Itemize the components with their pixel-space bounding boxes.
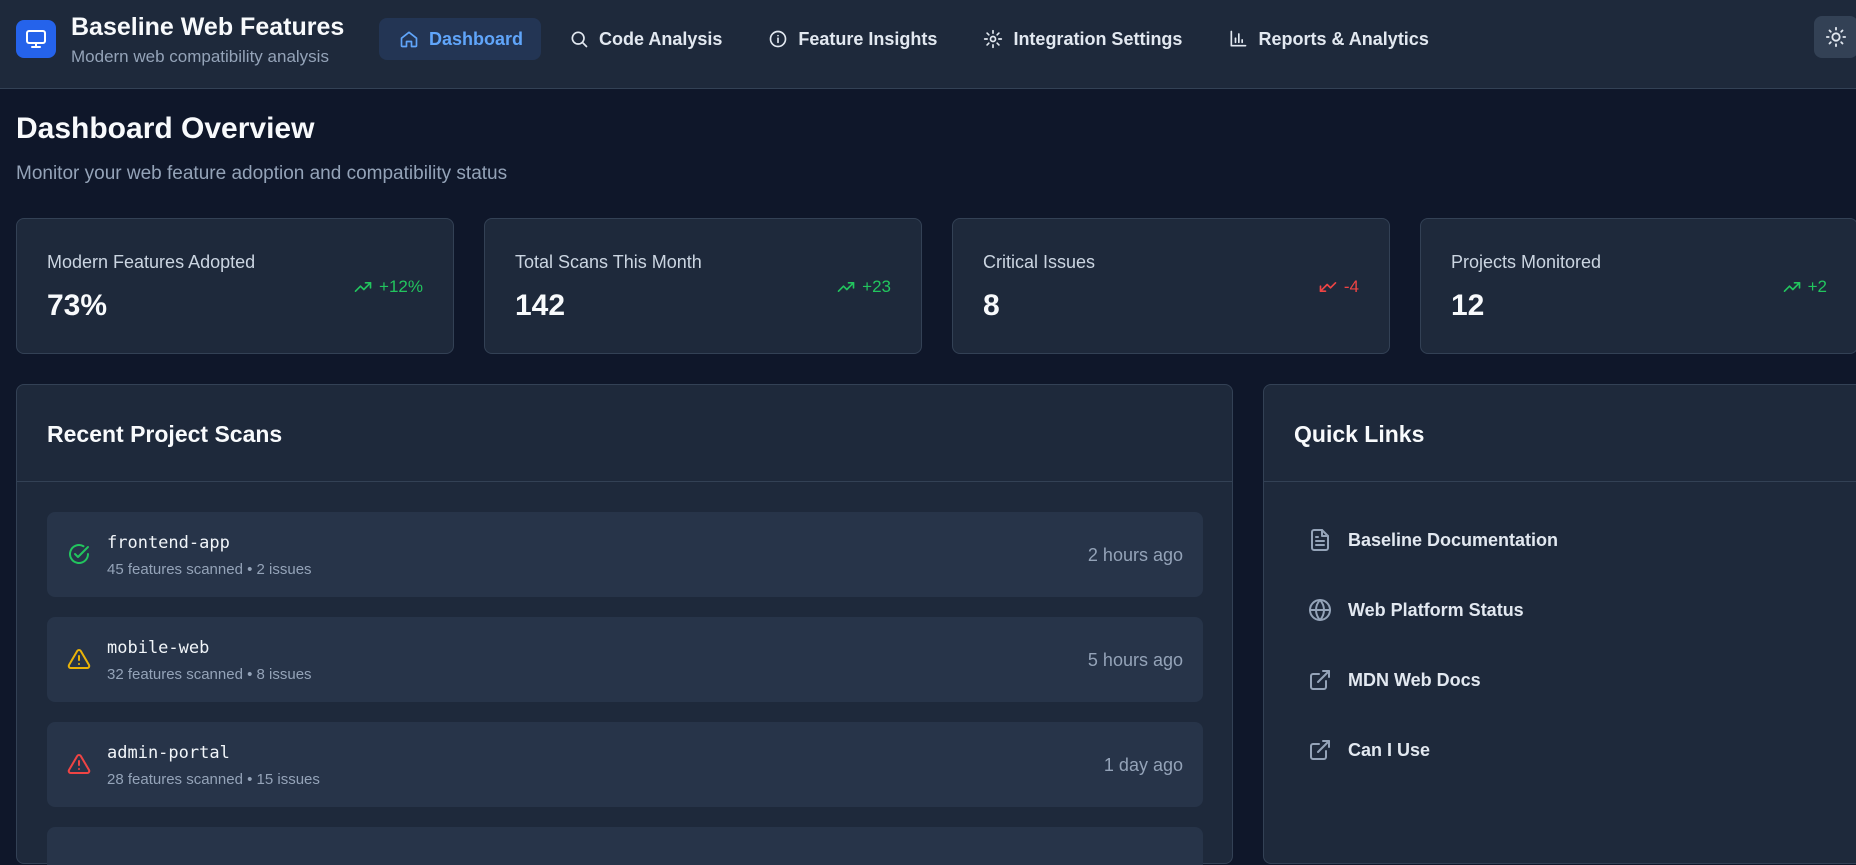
- link-label: Baseline Documentation: [1348, 529, 1559, 550]
- gear-icon: [984, 29, 1003, 49]
- stat-value: 12: [1451, 289, 1485, 322]
- alert-triangle-icon: [67, 753, 91, 774]
- nav-label: Integration Settings: [1013, 28, 1183, 49]
- recent-scans-panel: Recent Project Scans frontend-app 45 fea…: [16, 384, 1233, 865]
- stat-card-modern-features: Modern Features Adopted 73% +12%: [16, 218, 454, 354]
- link-label: Web Platform Status: [1348, 599, 1524, 620]
- panel-header: Quick Links: [1264, 385, 1856, 482]
- bar-chart-icon: [1230, 30, 1247, 47]
- scan-project-name: frontend-app: [107, 533, 230, 553]
- trend-down-icon: [1319, 282, 1337, 292]
- stat-trend-value: +2: [1807, 277, 1827, 296]
- external-link-icon: [1310, 740, 1330, 760]
- stat-trend: -4: [1318, 277, 1359, 297]
- stat-card-total-scans: Total Scans This Month 142 +23: [484, 218, 922, 354]
- nav-label: Code Analysis: [599, 28, 723, 49]
- nav-code-analysis[interactable]: Code Analysis: [549, 18, 740, 60]
- stat-trend-value: +12%: [379, 277, 423, 296]
- stat-label: Modern Features Adopted: [47, 252, 256, 272]
- stat-trend: +2: [1782, 277, 1827, 297]
- page-subtitle: Monitor your web feature adoption and co…: [16, 163, 508, 184]
- main-nav: Dashboard Code Analysis Feature Insights…: [379, 18, 1447, 60]
- scan-time: 2 hours ago: [1087, 545, 1183, 565]
- quick-links-panel: Quick Links Baseline Documentation Web P…: [1263, 384, 1856, 864]
- stat-trend-value: +23: [862, 277, 891, 296]
- document-icon: [1311, 529, 1329, 551]
- theme-toggle-button[interactable]: [1814, 16, 1856, 58]
- nav-integration-settings[interactable]: Integration Settings: [963, 18, 1200, 60]
- warning-triangle-icon: [67, 648, 91, 669]
- stat-label: Critical Issues: [983, 252, 1096, 272]
- link-web-platform-status[interactable]: Web Platform Status: [1308, 595, 1524, 625]
- app-subtitle: Modern web compatibility analysis: [71, 47, 329, 66]
- link-label: Can I Use: [1348, 739, 1431, 760]
- external-link-icon: [1310, 670, 1330, 690]
- stat-card-projects-monitored: Projects Monitored 12 +2: [1420, 218, 1856, 354]
- scan-project-name: mobile-web: [107, 638, 210, 658]
- panel-title: Quick Links: [1294, 421, 1425, 447]
- link-mdn-web-docs[interactable]: MDN Web Docs: [1308, 665, 1481, 695]
- link-baseline-documentation[interactable]: Baseline Documentation: [1308, 525, 1558, 555]
- trend-up-icon: [354, 282, 372, 292]
- panel-header: Recent Project Scans: [17, 385, 1232, 482]
- stat-value: 73%: [47, 289, 108, 322]
- trend-up-icon: [1783, 282, 1800, 292]
- scan-project-name: admin-portal: [107, 743, 230, 763]
- nav-dashboard[interactable]: Dashboard: [379, 18, 542, 60]
- scan-row-mobile-web[interactable]: mobile-web 32 features scanned • 8 issue…: [47, 617, 1203, 702]
- home-icon: [400, 31, 418, 48]
- check-circle-icon: [69, 544, 89, 564]
- stat-label: Total Scans This Month: [515, 252, 702, 272]
- stat-value: 142: [515, 289, 566, 322]
- nav-label: Dashboard: [429, 28, 524, 49]
- scan-meta: 28 features scanned • 15 issues: [107, 771, 320, 788]
- scan-time: 5 hours ago: [1087, 650, 1183, 670]
- page-title: Dashboard Overview: [16, 112, 315, 145]
- scan-row-admin-portal[interactable]: admin-portal 28 features scanned • 15 is…: [47, 722, 1203, 807]
- top-bar: Baseline Web Features Modern web compati…: [0, 0, 1856, 89]
- stat-trend-value: -4: [1343, 277, 1359, 296]
- scan-meta: 32 features scanned • 8 issues: [107, 666, 312, 683]
- globe-icon: [1309, 599, 1331, 621]
- panel-title: Recent Project Scans: [47, 421, 283, 447]
- stat-label: Projects Monitored: [1451, 252, 1602, 272]
- info-icon: [770, 30, 787, 48]
- scan-row-frontend-app[interactable]: frontend-app 45 features scanned • 2 iss…: [47, 512, 1203, 597]
- stat-trend: +23: [836, 277, 891, 297]
- scan-time: 1 day ago: [1103, 755, 1183, 775]
- stat-trend: +12%: [353, 277, 423, 297]
- nav-label: Feature Insights: [798, 28, 938, 49]
- nav-reports-analytics[interactable]: Reports & Analytics: [1208, 18, 1446, 60]
- monitor-icon: [16, 20, 56, 58]
- link-can-i-use[interactable]: Can I Use: [1308, 735, 1430, 765]
- stat-value: 8: [983, 289, 1000, 322]
- search-icon: [571, 31, 588, 48]
- link-label: MDN Web Docs: [1348, 669, 1481, 690]
- stat-card-critical-issues: Critical Issues 8 -4: [952, 218, 1390, 354]
- app-title: Baseline Web Features: [71, 13, 345, 41]
- trend-up-icon: [837, 282, 855, 292]
- sun-icon: [1825, 26, 1847, 48]
- nav-feature-insights[interactable]: Feature Insights: [748, 18, 955, 60]
- scan-meta: 45 features scanned • 2 issues: [107, 561, 312, 578]
- scan-row-partial[interactable]: [47, 827, 1203, 865]
- nav-label: Reports & Analytics: [1258, 28, 1429, 49]
